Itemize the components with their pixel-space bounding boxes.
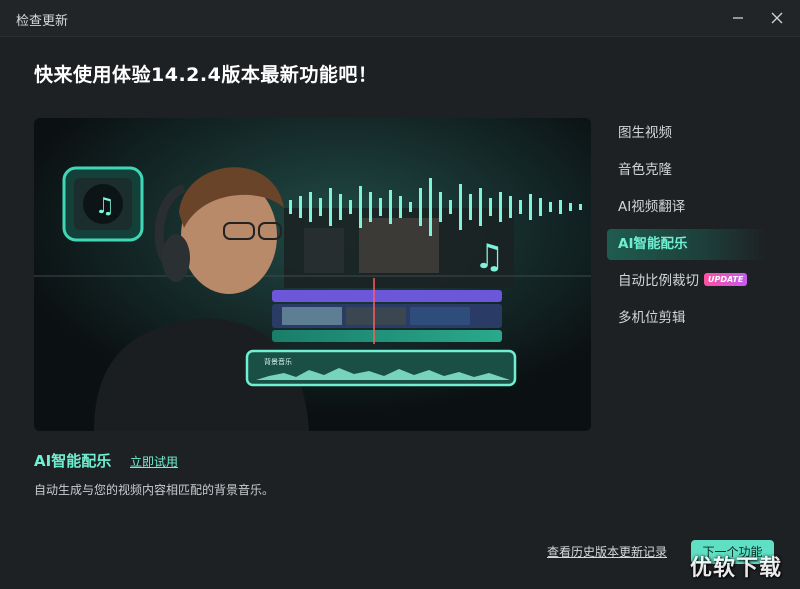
version-history-link[interactable]: 查看历史版本更新记录: [547, 543, 667, 560]
try-now-link[interactable]: 立即试用: [130, 453, 178, 470]
menu-item-auto-reframe[interactable]: 自动比例裁切 UPDATE: [607, 266, 767, 297]
watermark: 优软下载: [690, 556, 783, 581]
menu-item-label: AI智能配乐: [618, 236, 688, 252]
music-note-icon: ♫: [474, 237, 504, 277]
menu-item-image-to-video[interactable]: 图生视频: [607, 118, 767, 149]
minimize-button[interactable]: [726, 6, 750, 30]
title-bar: 检查更新: [0, 0, 800, 37]
close-button[interactable]: [765, 6, 789, 30]
menu-item-label: 图生视频: [618, 125, 672, 141]
menu-item-ai-music[interactable]: AI智能配乐: [607, 229, 767, 260]
menu-item-voice-clone[interactable]: 音色克隆: [607, 155, 767, 186]
svg-text:背景音乐: 背景音乐: [264, 357, 292, 366]
menu-item-label: 自动比例裁切: [618, 273, 699, 289]
music-app-icon: ♫: [62, 166, 144, 242]
music-clip: 背景音乐: [245, 349, 517, 387]
menu-item-multicam-edit[interactable]: 多机位剪辑: [607, 303, 767, 334]
menu-item-label: AI视频翻译: [618, 199, 686, 215]
feature-preview-image: ♫ ♫ 背景音乐: [34, 118, 591, 431]
minimize-icon: [733, 17, 743, 19]
feature-menu: 图生视频 音色克隆 AI视频翻译 AI智能配乐 自动比例裁切 UPDATE 多机位…: [607, 118, 767, 340]
menu-item-ai-video-translate[interactable]: AI视频翻译: [607, 192, 767, 223]
feature-description: 自动生成与您的视频内容相匹配的背景音乐。: [34, 483, 275, 497]
close-icon: [771, 12, 783, 24]
update-badge: UPDATE: [704, 272, 748, 286]
menu-item-label: 音色克隆: [618, 162, 672, 178]
feature-title: AI智能配乐: [34, 452, 112, 470]
svg-text:♫: ♫: [95, 194, 115, 219]
window-title: 检查更新: [16, 14, 69, 29]
page-headline: 快来使用体验14.2.4版本最新功能吧！: [34, 64, 378, 86]
menu-item-label: 多机位剪辑: [618, 310, 686, 326]
